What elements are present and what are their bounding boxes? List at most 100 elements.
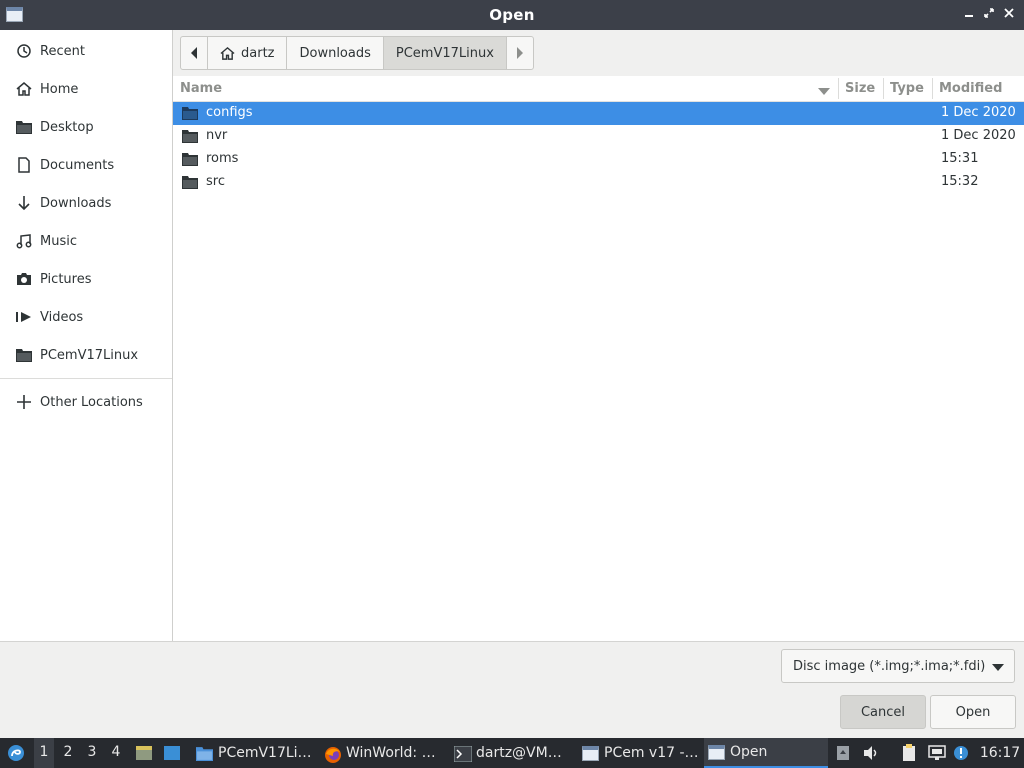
chevron-down-icon <box>992 664 1004 671</box>
desktop-icon <box>164 746 180 760</box>
tray-scroll-icon[interactable] <box>834 744 852 762</box>
task-label: PCemV17Li… <box>218 745 312 761</box>
file-name: nvr <box>206 128 228 143</box>
sidebar-item-music[interactable]: Music <box>0 222 172 260</box>
sidebar-item-videos[interactable]: Videos <box>0 298 172 336</box>
path-segment-label: Downloads <box>299 45 371 61</box>
file-name: configs <box>206 105 253 120</box>
file-modified: 15:32 <box>941 174 979 189</box>
column-name[interactable]: Name <box>180 76 222 101</box>
sidebar-item-recent[interactable]: Recent <box>0 32 172 70</box>
column-header: Name Size Type Modified <box>173 76 1024 102</box>
sidebar-item-label: Home <box>40 81 79 97</box>
column-type[interactable]: Type <box>890 76 924 101</box>
sidebar-item-label: Desktop <box>40 119 94 135</box>
window-title: Open <box>489 6 535 24</box>
chevron-right-icon <box>516 47 523 59</box>
workspace-4[interactable]: 4 <box>107 744 125 760</box>
folder-icon <box>16 347 32 363</box>
sidebar-item-pictures[interactable]: Pictures <box>0 260 172 298</box>
window-icon <box>582 745 599 761</box>
folder-icon <box>16 119 32 135</box>
sidebar-item-label: Videos <box>40 309 84 325</box>
plus-icon <box>16 394 32 410</box>
file-name: src <box>206 174 225 189</box>
task-label: Open <box>730 744 768 760</box>
folder-icon <box>182 152 198 166</box>
file-modified: 15:31 <box>941 151 979 166</box>
path-segment-pcemv17linux[interactable]: PCemV17Linux <box>383 37 507 69</box>
file-type-filter-value: Disc image (*.img;*.ima;*.fdi) <box>793 658 986 674</box>
path-scroll-right-button[interactable] <box>507 37 533 69</box>
column-size[interactable]: Size <box>845 76 875 101</box>
file-browser: dartz Downloads PCemV17Linux Name Size T… <box>173 30 1024 641</box>
music-note-icon <box>16 233 32 249</box>
folder-icon <box>182 129 198 143</box>
title-bar: Open <box>0 0 1024 30</box>
task-open-dialog[interactable]: Open <box>704 738 828 768</box>
sidebar-item-label: Music <box>40 233 77 249</box>
task-pcem[interactable]: PCem v17 -… <box>578 738 702 768</box>
workspace-2[interactable]: 2 <box>59 744 77 760</box>
task-pcemv17linux[interactable]: PCemV17Li… <box>192 738 316 768</box>
network-icon[interactable] <box>928 744 946 762</box>
folder-icon <box>182 106 198 120</box>
home-icon <box>16 81 32 97</box>
firefox-icon <box>324 746 341 763</box>
sidebar-item-other-locations[interactable]: Other Locations <box>0 383 172 421</box>
file-name: roms <box>206 151 239 166</box>
close-button[interactable] <box>1000 6 1018 24</box>
show-desktop-button[interactable] <box>161 738 183 768</box>
updates-icon[interactable] <box>952 744 970 762</box>
task-label: WinWorld: … <box>346 745 436 761</box>
path-scroll-left-button[interactable] <box>181 37 208 69</box>
clipboard-icon[interactable] <box>900 744 918 762</box>
file-modified: 1 Dec 2020 <box>941 105 1016 120</box>
start-menu-button[interactable] <box>2 738 30 768</box>
sidebar-item-documents[interactable]: Documents <box>0 146 172 184</box>
home-icon <box>220 46 235 61</box>
window-icon <box>708 744 725 760</box>
file-manager-icon <box>136 746 152 760</box>
path-segment-downloads[interactable]: Downloads <box>287 37 384 69</box>
workspace-3[interactable]: 3 <box>83 744 101 760</box>
file-manager-launcher[interactable] <box>133 738 155 768</box>
video-icon <box>16 309 32 325</box>
sidebar-item-label: Recent <box>40 43 85 59</box>
workspace-label: 1 <box>39 744 49 760</box>
sidebar-item-desktop[interactable]: Desktop <box>0 108 172 146</box>
dialog-actions: Disc image (*.img;*.ima;*.fdi) Cancel Op… <box>0 641 1024 738</box>
sidebar-item-downloads[interactable]: Downloads <box>0 184 172 222</box>
column-modified[interactable]: Modified <box>939 76 1002 101</box>
sidebar-item-label: Other Locations <box>40 394 143 410</box>
task-winworld[interactable]: WinWorld: … <box>320 738 444 768</box>
minimize-button[interactable] <box>960 6 978 24</box>
task-terminal[interactable]: dartz@VM… <box>450 738 574 768</box>
file-row[interactable]: src 15:32 <box>173 171 1024 194</box>
file-type-filter-select[interactable]: Disc image (*.img;*.ima;*.fdi) <box>781 649 1015 683</box>
column-separator <box>838 78 839 99</box>
sort-descending-icon <box>818 85 830 100</box>
file-list: configs 1 Dec 2020 nvr 1 Dec 2020 roms 1… <box>173 102 1024 194</box>
sidebar-item-home[interactable]: Home <box>0 70 172 108</box>
file-row[interactable]: nvr 1 Dec 2020 <box>173 125 1024 148</box>
maximize-button[interactable] <box>980 6 998 24</box>
camera-icon <box>16 271 32 287</box>
file-row[interactable]: configs 1 Dec 2020 <box>173 102 1024 125</box>
path-segment-home[interactable]: dartz <box>208 37 288 69</box>
sidebar-item-label: PCemV17Linux <box>40 347 139 363</box>
file-row[interactable]: roms 15:31 <box>173 148 1024 171</box>
taskbar: 1 2 3 4 PCemV17Li… WinWorld: … dartz@VM…… <box>0 738 1024 768</box>
places-sidebar: Recent Home Desktop Documents Downloads … <box>0 30 173 641</box>
cancel-button[interactable]: Cancel <box>840 695 926 729</box>
sidebar-item-pcemv17linux[interactable]: PCemV17Linux <box>0 336 172 374</box>
volume-icon[interactable] <box>862 744 880 762</box>
app-menu-icon <box>8 745 24 761</box>
file-modified: 1 Dec 2020 <box>941 128 1016 143</box>
clock-icon <box>16 43 32 59</box>
clock[interactable]: 16:17 <box>976 738 1024 768</box>
open-button[interactable]: Open <box>930 695 1016 729</box>
task-label: PCem v17 -… <box>604 745 699 761</box>
terminal-icon <box>453 745 473 762</box>
folder-icon <box>196 746 213 761</box>
